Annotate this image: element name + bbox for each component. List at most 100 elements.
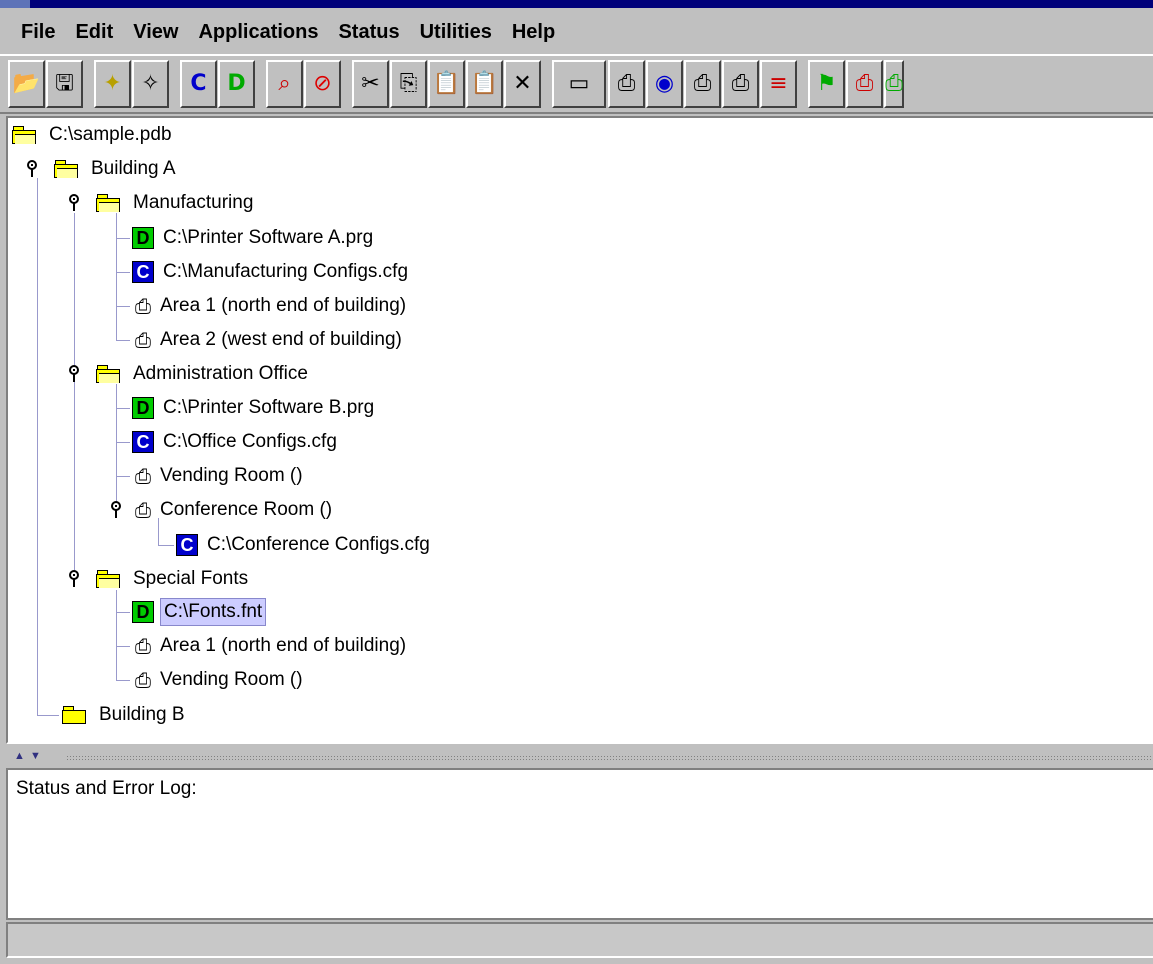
config-file-icon: C — [176, 534, 198, 556]
tree-line — [116, 306, 130, 307]
tree-node-building-a[interactable]: Building A — [54, 152, 179, 186]
delete-button[interactable]: ✕ — [504, 60, 541, 108]
flag-button[interactable]: ⚑ — [808, 60, 845, 108]
printer-go-button[interactable]: ⎙ — [884, 60, 904, 108]
tree-node-label: C:\Manufacturing Configs.cfg — [163, 261, 409, 282]
printer-d-button[interactable]: ⎙ — [722, 60, 759, 108]
tree-node-building-b[interactable]: Building B — [62, 698, 188, 732]
tree-node-fonts-area1[interactable]: ⎙ Area 1 (north end of building) — [132, 629, 409, 663]
tree-line — [158, 545, 174, 546]
menu-edit[interactable]: Edit — [75, 21, 113, 44]
tree-line — [116, 612, 130, 613]
tree-line — [116, 646, 130, 647]
tree-line — [116, 476, 130, 477]
printer-c-button[interactable]: ⎙ — [684, 60, 721, 108]
tree-node-label: C:\Conference Configs.cfg — [207, 534, 430, 555]
open-folder-icon — [96, 570, 122, 588]
tree-node-admin-conference[interactable]: ⎙ Conference Room () — [132, 493, 335, 527]
cut-button[interactable]: ✂ — [352, 60, 389, 108]
menu-help[interactable]: Help — [512, 21, 555, 44]
new-item-button[interactable]: ✧ — [132, 60, 169, 108]
tree-node-mfg-software[interactable]: D C:\Printer Software A.prg — [132, 221, 376, 255]
paste-button[interactable]: 📋 — [428, 60, 465, 108]
tree-line — [116, 680, 130, 681]
download-file-icon: D — [132, 601, 154, 623]
printer-alert-icon: ⎙ — [855, 71, 874, 96]
menu-status[interactable]: Status — [338, 21, 399, 44]
tree-node-label: Vending Room () — [160, 465, 303, 486]
tree-node-label: Administration Office — [133, 363, 308, 384]
collapse-up-icon[interactable]: ▲ — [14, 750, 25, 762]
tree-node-mfg-area1[interactable]: ⎙ Area 1 (north end of building) — [132, 289, 409, 323]
tree-node-conference-configs[interactable]: C C:\Conference Configs.cfg — [176, 528, 433, 562]
find-button[interactable]: ⌕ — [266, 60, 303, 108]
status-bar — [6, 922, 1153, 958]
printer-error-button[interactable]: ≡ — [760, 60, 797, 108]
printer-c-icon: ⎙ — [693, 71, 712, 96]
copy-icon: ⎘ — [399, 71, 418, 96]
copy-button[interactable]: ⎘ — [390, 60, 427, 108]
tree-node-label-selected: C:\Fonts.fnt — [160, 598, 267, 626]
menu-utilities[interactable]: Utilities — [420, 21, 492, 44]
delete-icon: ✕ — [513, 71, 532, 96]
tree-node-admin-software[interactable]: D C:\Printer Software B.prg — [132, 391, 377, 425]
expand-handle-icon[interactable] — [110, 501, 122, 519]
tree-node-label: Building B — [99, 704, 185, 725]
new-folder-icon: ✦ — [103, 71, 122, 96]
paste-special-icon: 📋 — [470, 71, 499, 96]
stop-button[interactable]: ⊘ — [304, 60, 341, 108]
find-icon: ⌕ — [278, 71, 291, 96]
new-download-button[interactable]: D — [218, 60, 255, 108]
project-tree[interactable]: C:\sample.pdb Building A Manufacturing D… — [6, 116, 1153, 744]
new-download-icon: D — [227, 71, 246, 96]
save-button[interactable]: 🖫 — [46, 60, 83, 108]
menu-file[interactable]: File — [21, 21, 55, 44]
tree-line — [116, 408, 130, 409]
paste-special-button[interactable]: 📋 — [466, 60, 503, 108]
tree-line — [37, 715, 59, 716]
cut-icon: ✂ — [361, 71, 380, 96]
tree-node-label: C:\Printer Software A.prg — [163, 227, 374, 248]
tree-node-admin-configs[interactable]: C C:\Office Configs.cfg — [132, 425, 340, 459]
menu-view[interactable]: View — [133, 21, 178, 44]
tree-node-manufacturing[interactable]: Manufacturing — [96, 186, 256, 220]
status-log-panel[interactable]: Status and Error Log: — [6, 768, 1153, 920]
new-item-icon: ✧ — [141, 71, 160, 96]
tree-node-label: C:\sample.pdb — [49, 124, 172, 145]
open-button[interactable]: 📂 — [8, 60, 45, 108]
device-button[interactable]: ▭ — [552, 60, 606, 108]
menu-applications[interactable]: Applications — [198, 21, 318, 44]
printer-d-icon: ⎙ — [731, 71, 750, 96]
tree-node-fonts-file[interactable]: D C:\Fonts.fnt — [132, 595, 267, 629]
tree-node-fonts-vending[interactable]: ⎙ Vending Room () — [132, 663, 306, 697]
new-folder-button[interactable]: ✦ — [94, 60, 131, 108]
tree-node-mfg-area2[interactable]: ⎙ Area 2 (west end of building) — [132, 323, 405, 357]
device-icon: ▭ — [568, 71, 590, 96]
tree-node-label: C:\Printer Software B.prg — [163, 397, 375, 418]
new-config-button[interactable]: C — [180, 60, 217, 108]
tree-node-admin-office[interactable]: Administration Office — [96, 357, 311, 391]
open-folder-icon — [96, 194, 122, 212]
printer-settings-button[interactable]: ⎙ — [608, 60, 645, 108]
collapse-down-icon[interactable]: ▼ — [30, 750, 41, 762]
printer-icon: ⎙ — [135, 668, 151, 692]
printer-icon: ⎙ — [135, 328, 151, 352]
expand-handle-icon[interactable] — [68, 365, 80, 383]
open-folder-icon — [12, 126, 38, 144]
config-file-icon: C — [132, 431, 154, 453]
tree-node-mfg-configs[interactable]: C C:\Manufacturing Configs.cfg — [132, 255, 411, 289]
expand-handle-icon[interactable] — [26, 160, 38, 178]
printer-config-button[interactable]: ◉ — [646, 60, 683, 108]
tree-node-label: Building A — [91, 158, 176, 179]
tree-line — [116, 590, 117, 681]
tree-node-label: C:\Office Configs.cfg — [163, 431, 337, 452]
tree-node-label: Vending Room () — [160, 669, 303, 690]
tree-node-admin-vending[interactable]: ⎙ Vending Room () — [132, 459, 306, 493]
expand-handle-icon[interactable] — [68, 194, 80, 212]
split-pane-divider[interactable]: ▲ ▼ — [6, 748, 1153, 768]
printer-alert-button[interactable]: ⎙ — [846, 60, 883, 108]
expand-handle-icon[interactable] — [68, 570, 80, 588]
tree-node-special-fonts[interactable]: Special Fonts — [96, 562, 251, 596]
tree-node-root[interactable]: C:\sample.pdb — [12, 118, 175, 152]
download-file-icon: D — [132, 227, 154, 249]
